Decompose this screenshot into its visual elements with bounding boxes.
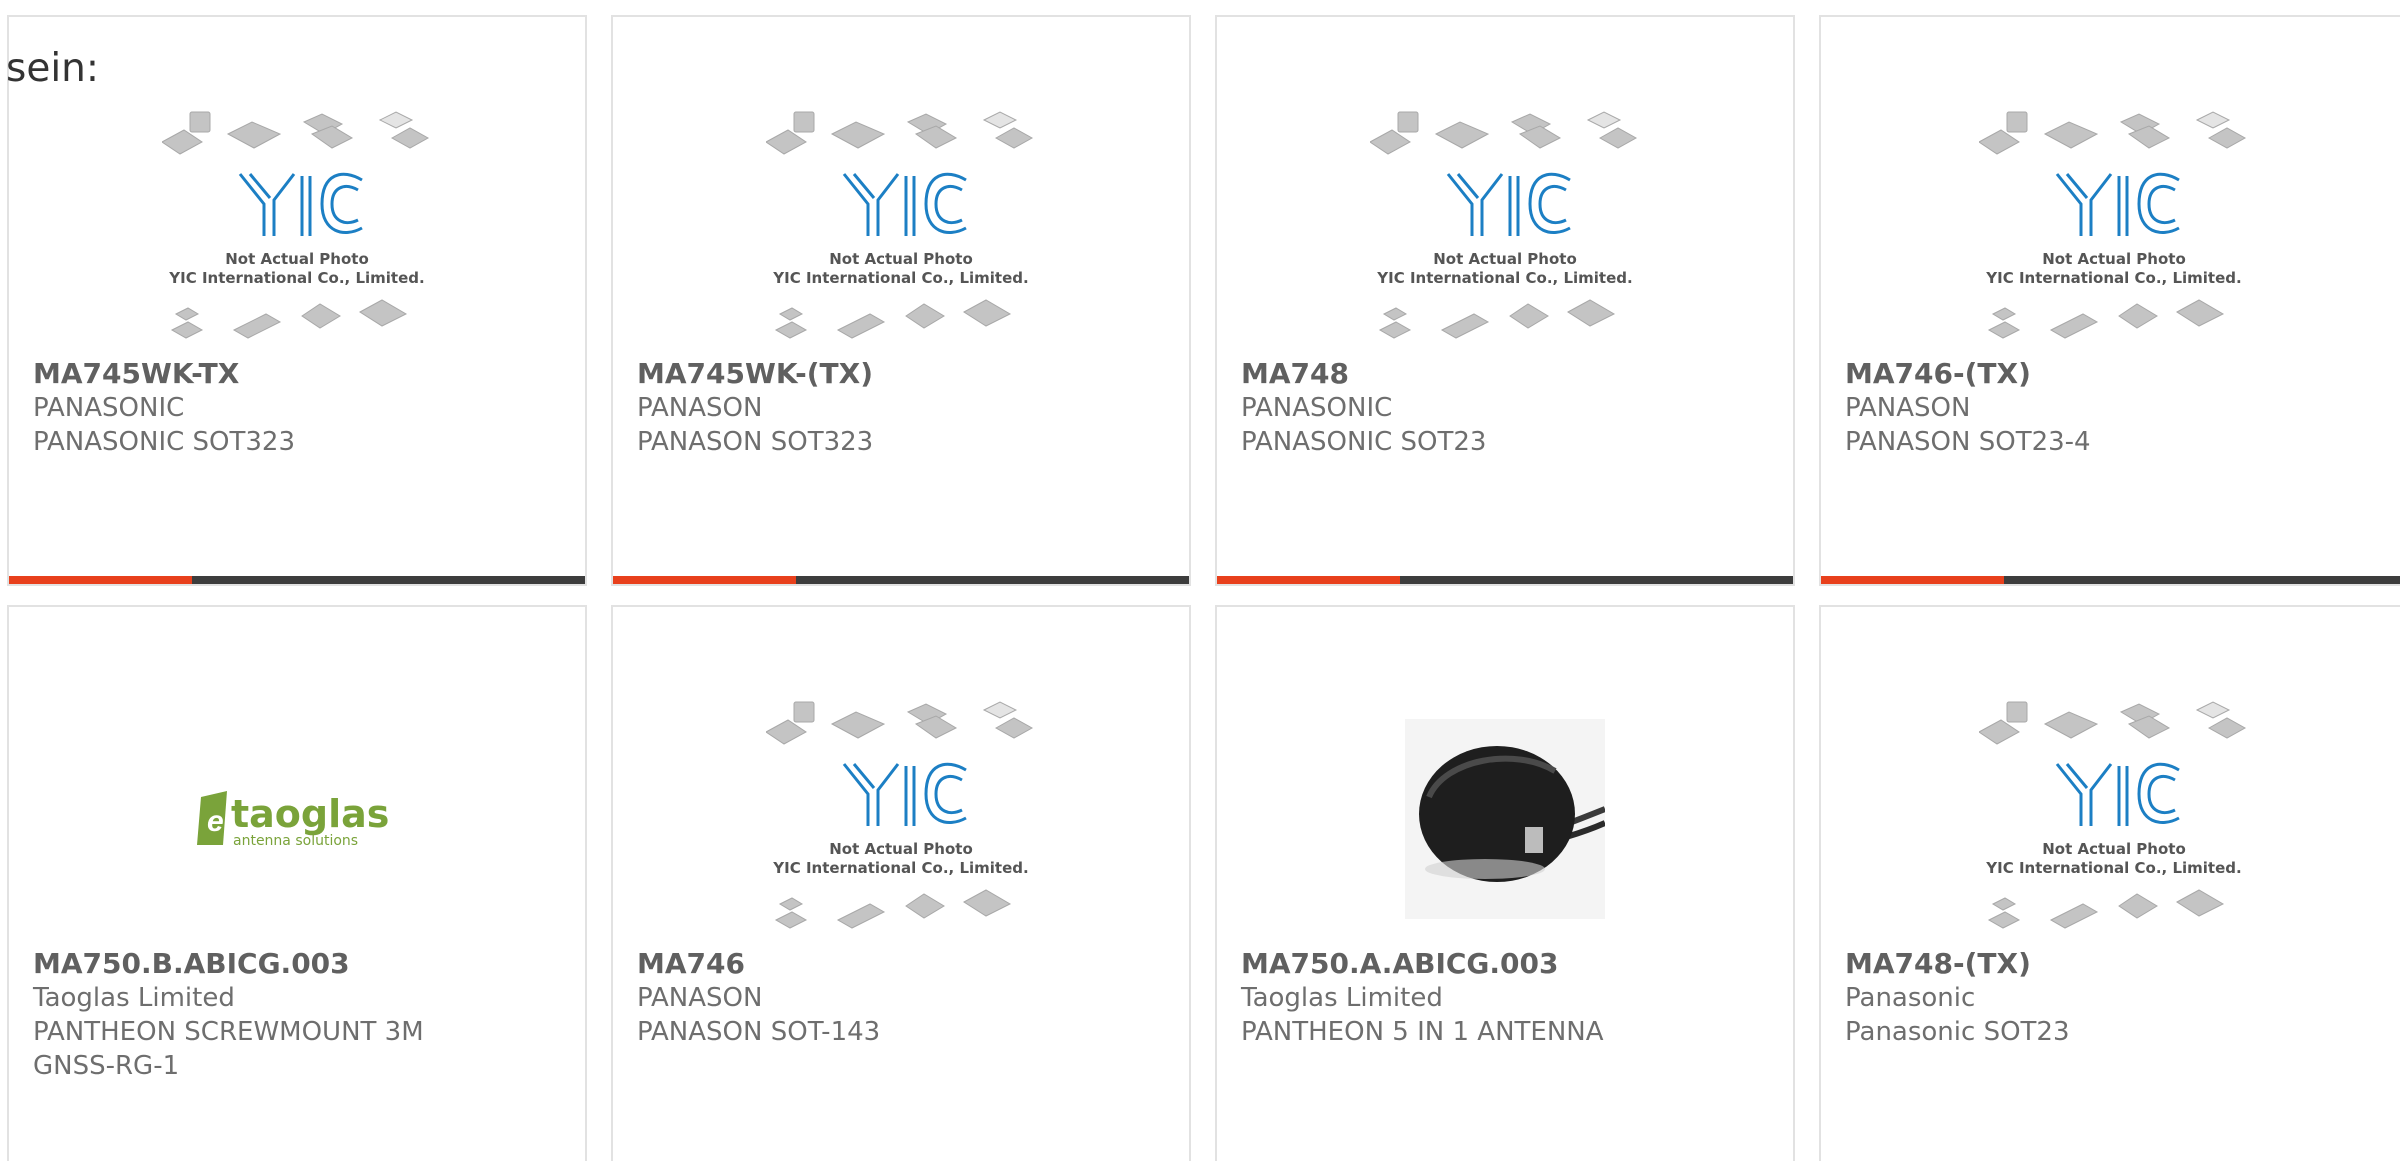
product-image[interactable]: Not Actual Photo YIC International Co., … (162, 104, 432, 354)
placeholder-caption-line1: Not Actual Photo (2042, 250, 2186, 268)
yic-placeholder-image: Not Actual Photo YIC International Co., … (766, 701, 1034, 929)
description: Panasonic SOT23 (1845, 1017, 2070, 1047)
taoglas-tagline: antenna solutions (233, 833, 358, 849)
yic-placeholder-image: Not Actual Photo YIC International Co., … (162, 111, 430, 339)
description: PANASON SOT-143 (637, 1017, 881, 1047)
manufacturer: Taoglas Limited (1241, 983, 1443, 1013)
product-image[interactable]: Not Actual Photo YIC International Co., … (766, 104, 1036, 354)
description: PANASON SOT323 (637, 427, 874, 457)
placeholder-caption-line2: YIC International Co., Limited. (772, 269, 1028, 287)
description: PANASON SOT23-4 (1845, 427, 2091, 457)
manufacturer: PANASON (637, 983, 763, 1013)
product-info: MA745WK-(TX) PANASON PANASON SOT323 (637, 357, 1169, 459)
product-card[interactable]: Not Actual Photo YIC International Co., … (1819, 605, 2400, 1161)
product-card[interactable]: e taoglas antenna solutions MA750.B.ABIC… (7, 605, 587, 1161)
manufacturer: Taoglas Limited (33, 983, 235, 1013)
product-image[interactable] (1370, 694, 1640, 944)
product-image[interactable]: Not Actual Photo YIC International Co., … (1370, 104, 1640, 354)
part-number-link[interactable]: MA746 (637, 947, 1169, 981)
yic-logo (842, 762, 967, 826)
card-bottom-bar (1217, 576, 1793, 584)
manufacturer: PANASONIC (1241, 393, 1393, 423)
card-accent-bar (1821, 576, 2004, 584)
placeholder-caption-line1: Not Actual Photo (1433, 250, 1577, 268)
product-card[interactable]: Not Actual Photo YIC International Co., … (1215, 15, 1795, 586)
manufacturer: Panasonic (1845, 983, 1976, 1013)
part-number-link[interactable]: MA746-(TX) (1845, 357, 2387, 391)
manufacturer: PANASON (637, 393, 763, 423)
manufacturer: PANASONIC (33, 393, 185, 423)
product-card[interactable]: Not Actual Photo YIC International Co., … (1819, 15, 2400, 586)
svg-text:e: e (207, 805, 224, 838)
product-info: MA746 PANASON PANASON SOT-143 (637, 947, 1169, 1049)
taoglas-logo: e taoglas antenna solutions (197, 791, 389, 849)
placeholder-caption-line1: Not Actual Photo (225, 250, 369, 268)
placeholder-caption-line2: YIC International Co., Limited. (1985, 859, 2241, 877)
placeholder-caption-line1: Not Actual Photo (829, 250, 973, 268)
product-info: MA750.B.ABICG.003 Taoglas Limited PANTHE… (33, 947, 565, 1083)
product-card[interactable]: Not Actual Photo YIC International Co., … (611, 15, 1191, 586)
placeholder-caption-line1: Not Actual Photo (829, 840, 973, 858)
yic-logo (842, 172, 967, 236)
product-info: MA750.A.ABICG.003 Taoglas Limited PANTHE… (1241, 947, 1773, 1049)
yic-logo (2055, 172, 2180, 236)
yic-placeholder-image: Not Actual Photo YIC International Co., … (1979, 111, 2247, 339)
product-card[interactable]: Not Actual Photo YIC International Co., … (7, 15, 587, 586)
product-info: MA748-(TX) Panasonic Panasonic SOT23 (1845, 947, 2387, 1049)
description: PANASONIC SOT23 (1241, 427, 1487, 457)
placeholder-caption-line2: YIC International Co., Limited. (1985, 269, 2241, 287)
product-image[interactable]: Not Actual Photo YIC International Co., … (1979, 694, 2249, 944)
description: PANTHEON 5 IN 1 ANTENNA (1241, 1017, 1604, 1047)
yic-logo (1446, 172, 1571, 236)
card-accent-bar (1217, 576, 1400, 584)
yic-placeholder-image: Not Actual Photo YIC International Co., … (766, 111, 1034, 339)
card-bottom-bar (1821, 576, 2400, 584)
product-card[interactable]: MA750.A.ABICG.003 Taoglas Limited PANTHE… (1215, 605, 1795, 1161)
card-bottom-bar (613, 576, 1189, 584)
card-accent-bar (9, 576, 192, 584)
card-bottom-bar (9, 576, 585, 584)
antenna-photo (1405, 719, 1605, 919)
product-info: MA746-(TX) PANASON PANASON SOT23-4 (1845, 357, 2387, 459)
part-number-link[interactable]: MA750.B.ABICG.003 (33, 947, 565, 981)
part-number-link[interactable]: MA745WK-TX (33, 357, 565, 391)
yic-placeholder-image: Not Actual Photo YIC International Co., … (1979, 701, 2247, 929)
product-image[interactable]: Not Actual Photo YIC International Co., … (1979, 104, 2249, 354)
part-number-link[interactable]: MA748 (1241, 357, 1773, 391)
yic-logo (238, 172, 363, 236)
product-image[interactable]: e taoglas antenna solutions (162, 694, 432, 944)
part-number-link[interactable]: MA745WK-(TX) (637, 357, 1169, 391)
page-label: sein: (6, 46, 100, 91)
yic-logo (2055, 762, 2180, 826)
placeholder-caption-line1: Not Actual Photo (2042, 840, 2186, 858)
product-info: MA745WK-TX PANASONIC PANASONIC SOT323 (33, 357, 565, 459)
part-number-link[interactable]: MA748-(TX) (1845, 947, 2387, 981)
manufacturer: PANASON (1845, 393, 1971, 423)
product-info: MA748 PANASONIC PANASONIC SOT23 (1241, 357, 1773, 459)
description: PANASONIC SOT323 (33, 427, 296, 457)
part-number-link[interactable]: MA750.A.ABICG.003 (1241, 947, 1773, 981)
product-card[interactable]: Not Actual Photo YIC International Co., … (611, 605, 1191, 1161)
placeholder-caption-line2: YIC International Co., Limited. (1376, 269, 1632, 287)
yic-placeholder-image: Not Actual Photo YIC International Co., … (1370, 111, 1638, 339)
placeholder-caption-line2: YIC International Co., Limited. (168, 269, 424, 287)
description: PANTHEON SCREWMOUNT 3M GNSS-RG-1 (33, 1017, 424, 1081)
card-accent-bar (613, 576, 796, 584)
product-image[interactable]: Not Actual Photo YIC International Co., … (766, 694, 1036, 944)
taoglas-brand: taoglas (231, 792, 389, 836)
placeholder-caption-line2: YIC International Co., Limited. (772, 859, 1028, 877)
